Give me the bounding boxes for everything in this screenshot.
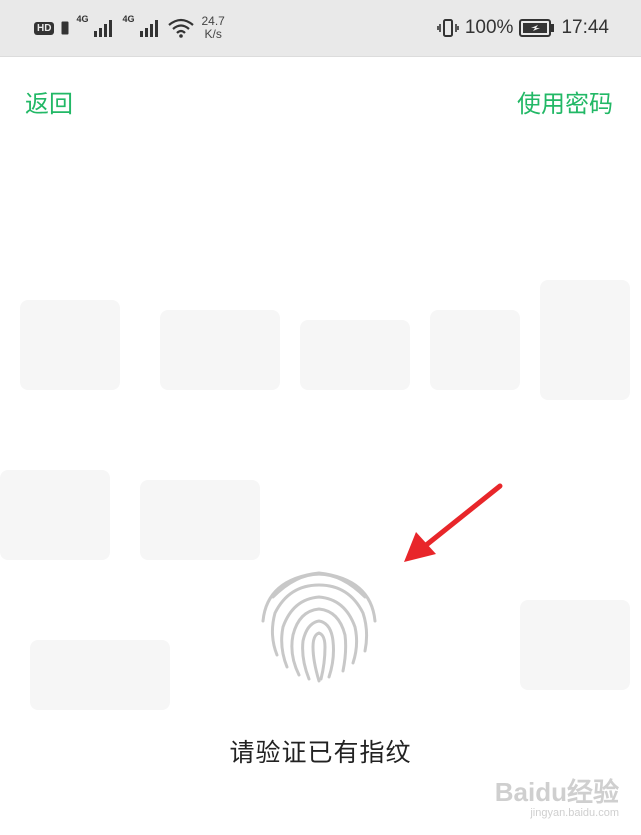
vibrate-icon [437,19,459,37]
clock: 17:44 [561,17,609,38]
fingerprint-icon[interactable] [253,555,385,687]
wifi-icon [168,18,195,38]
watermark-brand: Baidu经验 [494,777,619,807]
network-type-1: 4G [76,14,89,24]
status-bar-right: 100% 17:44 [437,10,609,46]
background-shape [30,640,170,710]
watermark-domain: jingyan.baidu.com [530,807,619,819]
back-button[interactable]: 返回 [25,84,73,119]
network-type-2: 4G [122,14,135,24]
use-password-button[interactable]: 使用密码 [517,84,613,119]
fingerprint-prompt: 请验证已有指纹 [229,738,412,767]
background-shape [160,310,280,390]
red-arrow-icon [404,483,503,562]
background-shape [300,320,410,390]
background-shape [540,280,630,400]
background-shape [140,480,260,560]
network-speed: 24.7 K/s [201,15,224,41]
status-bar: HD 4G 4G 24.7 K/s 100% 17:44 [0,0,641,57]
network-speed-unit: K/s [204,27,222,41]
sim-icon [61,21,69,35]
top-nav: 返回 使用密码 [0,57,641,145]
battery-percent: 100% [464,17,514,38]
background-shape [0,470,110,560]
signal-icon [94,20,113,37]
status-bar-left: HD 4G 4G 24.7 K/s [34,10,225,46]
background-shape [520,600,630,690]
signal-icon-2 [140,20,159,37]
hd-badge: HD [34,21,55,35]
background-shape [20,300,120,390]
watermark: Baidu经验 jingyan.baidu.com [495,772,619,819]
background-shape [430,310,520,390]
battery-icon [519,19,555,37]
